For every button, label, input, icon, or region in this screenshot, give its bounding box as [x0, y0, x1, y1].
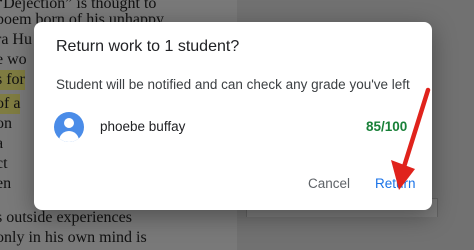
student-name: phoebe buffay: [100, 119, 186, 134]
return-work-dialog: Return work to 1 student? Student will b…: [34, 22, 432, 210]
dialog-title: Return work to 1 student?: [56, 38, 240, 55]
dialog-message: Student will be notified and can check a…: [56, 77, 410, 92]
red-arrow-icon: [391, 87, 431, 190]
cancel-button[interactable]: Cancel: [308, 176, 350, 191]
student-row: phoebe buffay 85/100: [54, 112, 424, 146]
person-avatar-icon: [54, 112, 84, 142]
